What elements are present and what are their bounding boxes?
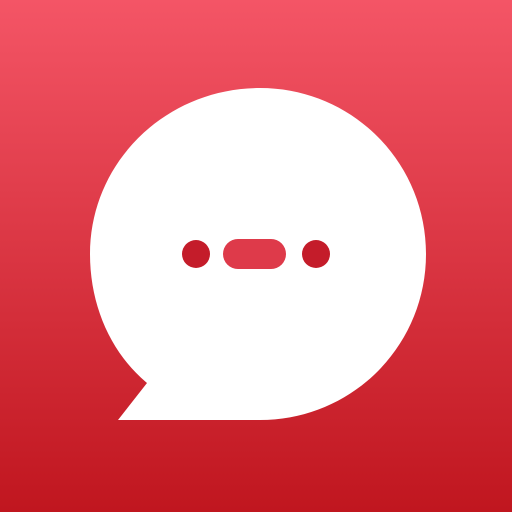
typing-dot-right [302,240,330,268]
typing-dot-left [182,240,210,268]
typing-dash-center [223,239,286,269]
chat-app-icon [0,0,512,512]
chat-bubble-icon [0,0,512,512]
